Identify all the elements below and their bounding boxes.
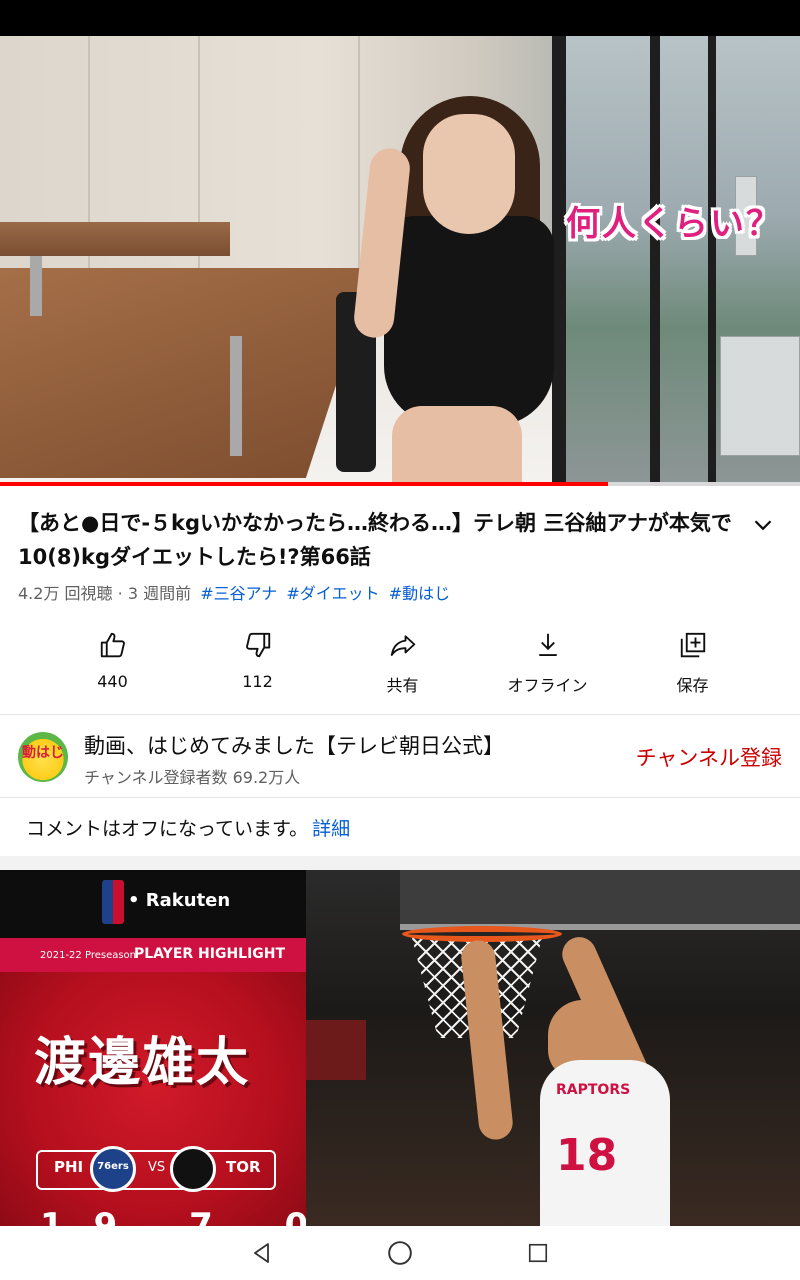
divider: [0, 797, 800, 798]
wall-panel: [90, 36, 200, 296]
offline-label: オフライン: [507, 676, 588, 695]
window-frame: [708, 36, 716, 484]
action-bar: 440 112 共有 オフライン 保存: [0, 630, 800, 700]
video-caption-overlay: 何人くらい？: [566, 204, 782, 244]
jersey-text: RAPTORS: [556, 1082, 631, 1098]
like-button[interactable]: 440: [40, 630, 185, 700]
save-label: 保存: [676, 676, 709, 695]
hashtag[interactable]: #ダイエット: [286, 584, 379, 603]
next-video-thumbnail[interactable]: • Rakuten 2021-22 Preseason PLAYER HIGHL…: [0, 870, 800, 1226]
arena-sign: [306, 1020, 366, 1080]
person-legs: [392, 406, 522, 484]
divider: [0, 714, 800, 715]
wall-panel: [0, 36, 90, 296]
thumbs-up-icon: [100, 632, 125, 658]
comments-off-text: コメントはオフになっています。: [26, 818, 309, 840]
save-button[interactable]: 保存: [620, 630, 765, 700]
home-logo-text: 76ers: [97, 1161, 129, 1172]
building: [720, 336, 800, 456]
person-dress: [384, 216, 554, 426]
download-icon: [538, 633, 557, 656]
jersey-number: 18: [556, 1130, 618, 1181]
player-name: 渡邊雄太: [34, 1033, 251, 1093]
window-frame: [650, 36, 660, 484]
subscribe-button[interactable]: チャンネル登録: [636, 742, 782, 772]
save-to-playlist-icon: [680, 632, 705, 658]
back-icon[interactable]: [248, 1239, 276, 1267]
channel-row[interactable]: 動はじ 動画、はじめてみました【テレビ朝日公式】 チャンネル登録者数 69.2万…: [0, 716, 800, 796]
hashtag[interactable]: #三谷アナ: [200, 584, 277, 603]
basketball-rim: [402, 926, 562, 942]
subscriber-count: チャンネル登録者数 69.2万人: [84, 768, 301, 787]
video-title-text: 【あと●日で-５kgいかなかったら…終わる…】テレ朝 三谷紬アナが本気で10(8…: [18, 511, 732, 569]
season-label: 2021-22 Preseason: [40, 950, 137, 961]
window-frame: [552, 36, 566, 484]
nba-logo-icon: [102, 880, 124, 924]
sponsor-name: • Rakuten: [128, 890, 231, 911]
like-count: 440: [97, 672, 128, 691]
home-icon[interactable]: [386, 1239, 414, 1267]
raptors-logo-icon: [170, 1146, 216, 1192]
chevron-down-icon[interactable]: [748, 510, 778, 540]
video-title[interactable]: 【あと●日で-５kgいかなかったら…終わる…】テレ朝 三谷紬アナが本気で10(8…: [18, 506, 748, 574]
share-icon: [390, 635, 415, 656]
dislike-button[interactable]: 112: [185, 630, 330, 700]
channel-avatar[interactable]: 動はじ: [18, 732, 68, 782]
table-leg: [230, 336, 242, 456]
home-team-code: PHI: [54, 1158, 84, 1176]
table: [0, 222, 230, 256]
hashtag[interactable]: #動はじ: [389, 584, 450, 603]
dislike-count: 112: [242, 672, 273, 691]
versus-label: VS: [148, 1160, 166, 1175]
channel-name[interactable]: 動画、はじめてみました【テレビ朝日公式】: [84, 730, 504, 760]
away-team-code: TOR: [226, 1158, 261, 1176]
section-gap: [0, 856, 800, 870]
details-link[interactable]: 詳細: [312, 818, 350, 840]
table-leg: [30, 256, 42, 316]
progress-bar[interactable]: [0, 482, 800, 486]
progress-bar-fill: [0, 482, 608, 486]
thumbs-down-icon: [245, 632, 270, 658]
offline-download-button[interactable]: オフライン: [475, 630, 620, 700]
status-bar: [0, 0, 800, 36]
avatar-logo-text: 動はじ: [22, 745, 64, 761]
view-count: 4.2万 回視聴: [18, 584, 113, 603]
sixers-logo-icon: 76ers: [90, 1146, 136, 1192]
person-face: [423, 114, 515, 234]
system-nav-bar: [0, 1226, 800, 1280]
video-player[interactable]: 何人くらい？: [0, 36, 800, 484]
wall-panel: [200, 36, 360, 296]
highlight-title: PLAYER HIGHLIGHT: [134, 946, 286, 962]
share-label: 共有: [386, 676, 419, 695]
upload-age: 3 週間前: [127, 584, 192, 603]
video-stats: 4.2万 回視聴 · 3 週間前 #三谷アナ #ダイエット #動はじ: [18, 584, 451, 603]
comments-status: コメントはオフになっています。 詳細: [26, 814, 350, 841]
backboard: [400, 870, 800, 930]
share-button[interactable]: 共有: [330, 630, 475, 700]
recents-icon[interactable]: [524, 1239, 552, 1267]
